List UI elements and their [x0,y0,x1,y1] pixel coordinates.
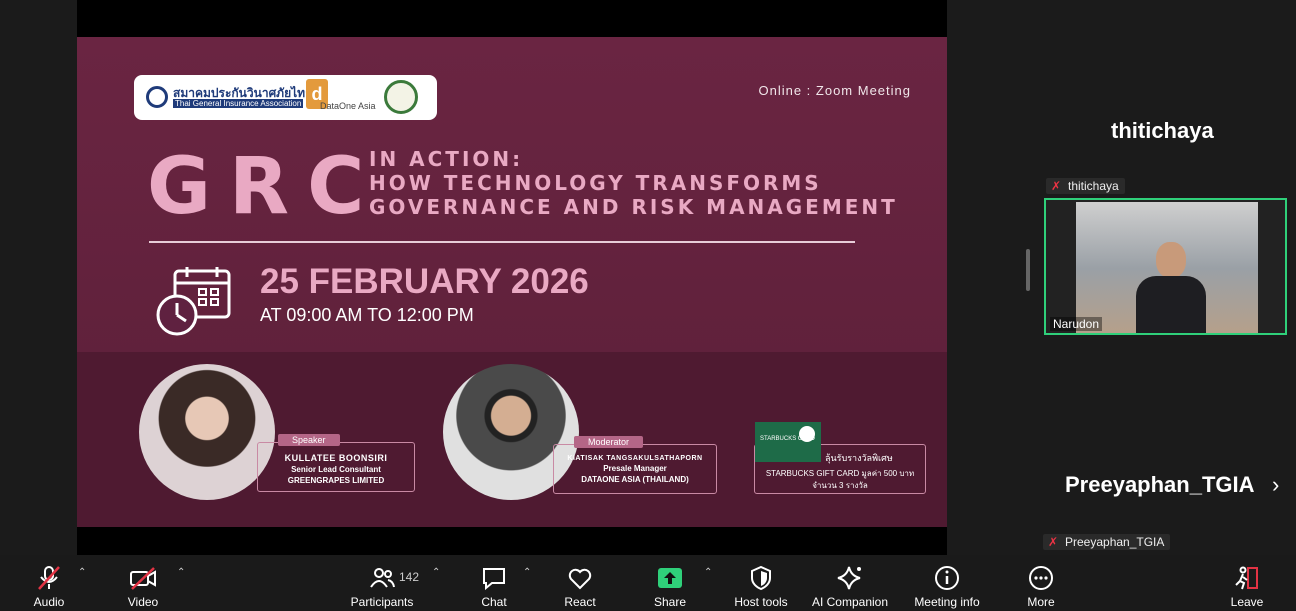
tgia-emblem-icon [146,86,168,108]
host-tools-button[interactable]: Host tools [730,555,792,611]
tgia-logo: สมาคมประกันวินาศภัยไทย Thai General Insu… [146,84,312,110]
share-screen-icon [658,568,682,588]
participant-label-text: thitichaya [1068,179,1119,193]
more-label: More [1027,595,1055,609]
react-label: React [564,595,596,609]
more-button[interactable]: More [1020,555,1062,611]
starbucks-card-label: STARBUCKS CARD [760,436,815,442]
moderator-company: DATAONE ASIA (THAILAND) [581,475,689,484]
speaker-company: GREENGRAPES LIMITED [287,476,385,485]
participants-options-caret[interactable]: ⌃ [432,567,440,578]
person-figure [1136,242,1206,333]
calendar-clock-icon [156,267,231,336]
participant-label-thitichaya: ✗ thitichaya [1046,178,1125,194]
ai-companion-button[interactable]: AI Companion [808,555,892,611]
host-tools-label: Host tools [734,595,788,609]
sparkle-icon [837,566,861,590]
participants-icon [370,568,395,588]
mic-muted-icon: ✗ [1051,179,1062,193]
meeting-info-button[interactable]: Meeting info [908,555,986,611]
participant-video-tile[interactable]: Narudon [1044,198,1287,335]
react-button[interactable]: React [558,555,602,611]
event-time: AT 09:00 AM TO 12:00 PM [260,305,474,325]
video-feed [1076,202,1258,333]
audio-button[interactable]: Audio [22,555,76,611]
info-icon [935,566,959,590]
participant-name-thitichaya: thitichaya [1111,118,1214,143]
video-label: Video [127,595,159,609]
moderator-role: Presale Manager [603,464,667,473]
participant-name-preeyaphan: Preeyaphan_TGIA [1065,472,1255,497]
participant-count: 142 [399,570,420,584]
mic-muted-icon [38,566,60,590]
chat-options-caret[interactable]: ⌃ [523,567,531,578]
moderator-name: KIATISAK TANGSAKULSATHAPORN [567,455,703,462]
leave-door-icon [1235,566,1258,590]
video-off-icon [130,567,156,590]
speaker-name: KULLATEE BOONSIRI [284,453,388,463]
audio-options-caret[interactable]: ⌃ [78,567,86,578]
mic-muted-icon: ✗ [1048,535,1059,549]
share-label: Share [653,595,687,609]
shield-icon [751,565,771,591]
slide-subtitle: IN ACTION: HOW TECHNOLOGY TRANSFORMS GOV… [369,147,898,219]
video-button[interactable]: Video [116,555,170,611]
event-date: 25 FEBRUARY 2026 [260,262,589,301]
more-dots-icon [1029,566,1053,590]
tgia-logo-english: Thai General Insurance Association [173,99,304,108]
audio-label: Audio [33,595,65,609]
leave-label: Leave [1230,595,1264,609]
slide-title-grc: GRC [147,142,383,232]
leave-button[interactable]: Leave [1226,555,1268,611]
speaker-card: Speaker KULLATEE BOONSIRI Senior Lead Co… [257,434,415,492]
participant-label-preeyaphan: ✗ Preeyaphan_TGIA [1043,534,1171,550]
video-tile-name: Narudon [1050,317,1103,331]
subtitle-line-3: GOVERNANCE AND RISK MANAGEMENT [369,195,898,219]
meeting-toolbar: Audio ⌃ Video ⌃ Participants 142 ⌃ Chat … [0,555,1296,611]
shared-slide: สมาคมประกันวินาศภัยไทย Thai General Insu… [77,37,947,527]
chat-icon [483,568,505,591]
speaker-photo [139,364,275,500]
prize-line-1: ลุ้นรับรางวัลพิเศษ [825,453,893,463]
participant-label-text: Preeyaphan_TGIA [1065,535,1165,549]
moderator-card: Moderator KIATISAK TANGSAKULSATHAPORN Pr… [553,436,717,494]
prize-line-3: จำนวน 3 รางวัล [812,481,868,490]
chat-button[interactable]: Chat [472,555,516,611]
divider [149,241,855,243]
ai-companion-label: AI Companion [811,595,889,609]
panel-resize-handle[interactable] [1026,249,1030,291]
starbucks-card-image: STARBUCKS CARD [755,422,821,462]
participants-label: Participants [350,595,414,609]
heart-icon [568,568,592,590]
subtitle-line-1: IN ACTION: [369,147,524,171]
person-body [1136,276,1206,333]
partner-logos: สมาคมประกันวินาศภัยไทย Thai General Insu… [134,75,437,120]
person-head [1156,242,1186,278]
share-button[interactable]: Share [648,555,692,611]
video-options-caret[interactable]: ⌃ [177,567,185,578]
chat-label: Chat [481,595,507,609]
online-label: Online : Zoom Meeting [758,83,911,98]
speaker-role: Senior Lead Consultant [291,465,381,474]
greengrapes-logo [384,80,418,114]
dataone-logo-text: DataOne Asia [320,101,376,111]
speaker-tag: Speaker [278,434,340,446]
dataone-logo: d DataOne Asia [306,79,376,117]
share-options-caret[interactable]: ⌃ [704,567,712,578]
subtitle-line-2: HOW TECHNOLOGY TRANSFORMS [369,171,822,195]
moderator-tag: Moderator [574,436,644,448]
chevron-right-icon[interactable]: › [1272,472,1279,498]
meeting-info-label: Meeting info [914,595,980,609]
